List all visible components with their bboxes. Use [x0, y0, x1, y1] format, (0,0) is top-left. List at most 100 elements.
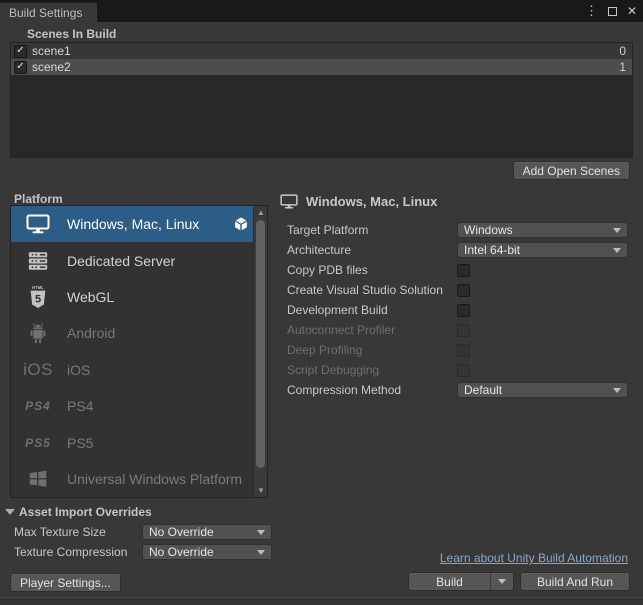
script-debugging-checkbox	[457, 363, 470, 377]
platform-item-ps5[interactable]: PS5 PS5	[11, 424, 267, 460]
scene-index: 1	[619, 60, 626, 74]
ios-logo-icon: iOS	[23, 359, 53, 379]
window-bottom-edge	[0, 597, 643, 605]
setting-label: Compression Method	[287, 383, 402, 397]
dropdown-value: Default	[464, 383, 503, 397]
svg-text:HTML: HTML	[32, 285, 44, 290]
setting-row-create-vs-solution: Create Visual Studio Solution	[287, 280, 628, 300]
unity-logo-icon	[233, 216, 249, 232]
player-settings-button[interactable]: Player Settings...	[10, 573, 121, 592]
override-row-max-texture-size: Max Texture Size No Override	[14, 524, 272, 540]
ps4-logo-icon: PS4	[25, 399, 51, 414]
override-label: Texture Compression	[14, 545, 128, 559]
platform-item-label: Android	[67, 325, 116, 342]
chevron-down-icon	[613, 387, 621, 393]
platform-item-label: iOS	[67, 361, 91, 378]
copy-pdb-checkbox[interactable]	[457, 263, 470, 277]
platform-item-label: Universal Windows Platform	[67, 470, 243, 487]
build-and-run-button[interactable]: Build And Run	[520, 572, 630, 591]
architecture-dropdown[interactable]: Intel 64-bit	[457, 242, 628, 258]
setting-label: Target Platform	[287, 223, 369, 237]
setting-label: Autoconnect Profiler	[287, 323, 396, 337]
asset-import-overrides-foldout[interactable]: Asset Import Overrides	[5, 505, 152, 519]
maximize-icon[interactable]	[607, 6, 617, 16]
platform-item-ps4[interactable]: PS4 PS4	[11, 388, 267, 424]
chevron-down-icon	[257, 549, 265, 555]
platform-item-dedicated-server[interactable]: Dedicated Server	[11, 242, 267, 278]
setting-label: Deep Profiling	[287, 343, 363, 357]
windows-icon	[23, 468, 53, 490]
texture-compression-dropdown[interactable]: No Override	[142, 544, 272, 560]
dropdown-value: No Override	[149, 545, 214, 559]
menu-kebab-icon[interactable]: ⋮	[585, 3, 598, 19]
platform-item-label: Windows, Mac, Linux	[67, 216, 200, 233]
setting-row-development-build: Development Build	[287, 300, 628, 320]
setting-row-script-debugging: Script Debugging	[287, 360, 628, 380]
window-tab[interactable]: Build Settings	[0, 2, 97, 22]
max-texture-size-dropdown[interactable]: No Override	[142, 524, 272, 540]
ps5-logo-icon: PS5	[25, 435, 51, 450]
build-settings-window: Build Settings ⋮ ✕ Scenes In Build scene…	[0, 0, 643, 605]
monitor-icon	[23, 214, 53, 234]
html5-icon: HTML 5	[23, 284, 53, 310]
scene-name: scene1	[32, 44, 71, 58]
platform-settings: Target Platform Windows Architecture Int…	[287, 220, 628, 400]
scroll-down-icon[interactable]: ▼	[254, 484, 267, 497]
chevron-down-icon	[613, 227, 621, 233]
dropdown-value: Intel 64-bit	[464, 243, 521, 257]
foldout-triangle-icon	[5, 509, 15, 515]
setting-row-compression-method: Compression Method Default	[287, 380, 628, 400]
build-options-dropdown[interactable]	[491, 579, 513, 584]
setting-label: Development Build	[287, 303, 388, 317]
scenes-list[interactable]: scene1 0 scene2 1	[10, 42, 633, 158]
titlebar: Build Settings ⋮ ✕	[0, 0, 643, 22]
platform-item-label: WebGL	[67, 288, 115, 305]
scene-row[interactable]: scene2 1	[11, 59, 632, 75]
override-label: Max Texture Size	[14, 525, 106, 539]
build-button-label: Build	[436, 574, 463, 589]
build-button[interactable]: Build	[408, 572, 514, 591]
setting-label: Create Visual Studio Solution	[287, 283, 443, 297]
server-icon	[23, 250, 53, 272]
scene-row[interactable]: scene1 0	[11, 43, 632, 59]
svg-text:5: 5	[35, 293, 41, 305]
scene-index: 0	[619, 44, 626, 58]
close-icon[interactable]: ✕	[627, 4, 637, 18]
platform-item-webgl[interactable]: HTML 5 WebGL	[11, 279, 267, 315]
platform-item-uwp[interactable]: Universal Windows Platform	[11, 461, 267, 497]
platform-item-windows-mac-linux[interactable]: Windows, Mac, Linux	[11, 206, 267, 243]
setting-row-deep-profiling: Deep Profiling	[287, 340, 628, 360]
override-row-texture-compression: Texture Compression No Override	[14, 544, 272, 560]
scene-checkbox[interactable]	[14, 60, 27, 74]
setting-label: Copy PDB files	[287, 263, 368, 277]
setting-label: Architecture	[287, 243, 352, 257]
platform-scrollbar[interactable]: ▲ ▼	[253, 206, 267, 497]
scene-name: scene2	[32, 60, 71, 74]
compression-method-dropdown[interactable]: Default	[457, 382, 628, 398]
dropdown-value: Windows	[464, 223, 513, 237]
window-title: Build Settings	[9, 6, 83, 20]
create-vs-solution-checkbox[interactable]	[457, 283, 470, 297]
setting-row-copy-pdb: Copy PDB files	[287, 260, 628, 280]
scene-checkbox[interactable]	[14, 44, 27, 58]
scenes-in-build-header: Scenes In Build	[27, 27, 117, 41]
target-platform-dropdown[interactable]: Windows	[457, 222, 628, 238]
development-build-checkbox[interactable]	[457, 303, 470, 317]
platform-list: Windows, Mac, Linux Dedicated Server HTM…	[10, 205, 268, 498]
deep-profiling-checkbox	[457, 343, 470, 357]
platform-item-label: PS4	[67, 398, 94, 415]
selected-platform-header: Windows, Mac, Linux	[280, 194, 437, 209]
setting-row-target-platform: Target Platform Windows	[287, 220, 628, 240]
monitor-icon	[280, 194, 298, 209]
asset-import-overrides-header: Asset Import Overrides	[19, 505, 152, 519]
build-automation-link[interactable]: Learn about Unity Build Automation	[440, 551, 628, 565]
add-open-scenes-button[interactable]: Add Open Scenes	[512, 161, 630, 180]
scroll-up-icon[interactable]: ▲	[254, 206, 267, 219]
platform-item-label: PS5	[67, 434, 94, 451]
platform-item-label: Dedicated Server	[67, 252, 176, 269]
scrollbar-thumb[interactable]	[256, 220, 265, 468]
android-icon	[23, 321, 53, 345]
selected-platform-title: Windows, Mac, Linux	[306, 194, 438, 209]
platform-item-android[interactable]: Android	[11, 315, 267, 351]
platform-item-ios[interactable]: iOS iOS	[11, 352, 267, 388]
